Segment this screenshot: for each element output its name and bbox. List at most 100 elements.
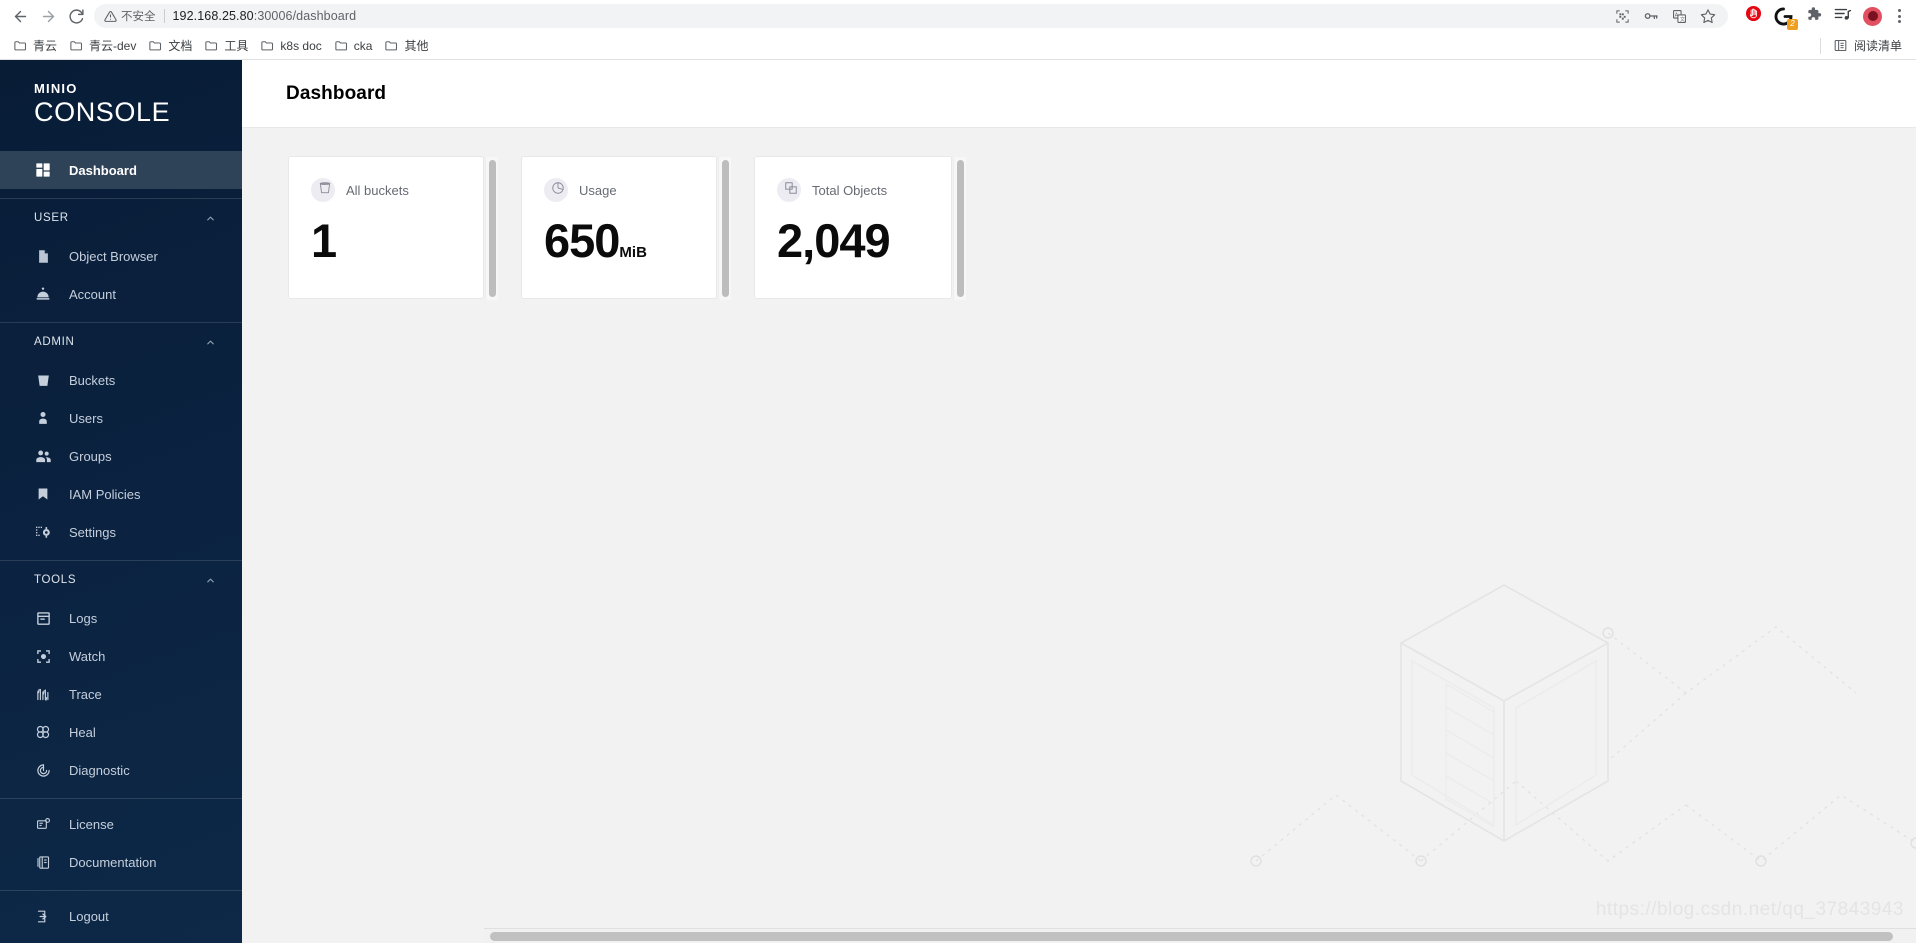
sidebar-section-label: TOOLS	[34, 574, 77, 586]
sidebar-item-diagnostic[interactable]: Diagnostic	[0, 751, 242, 789]
sidebar-item-label: License	[69, 816, 114, 832]
card-unit: MiB	[619, 244, 647, 261]
settings-gear-icon	[34, 523, 52, 541]
logo-console-text: CONSOLE	[34, 97, 171, 127]
objects-stack-icon	[777, 178, 801, 202]
background-illustration: https://blog.csdn.net/qq_37843943	[1216, 543, 1916, 943]
sidebar-item-license[interactable]: License	[0, 805, 242, 843]
sidebar-item-groups[interactable]: Groups	[0, 437, 242, 475]
sidebar-item-label: IAM Policies	[69, 486, 141, 502]
card-value: 2,049	[777, 214, 891, 267]
service-bell-icon	[34, 285, 52, 303]
bookmark-item[interactable]: 青云-dev	[64, 34, 143, 57]
puzzle-extensions-icon[interactable]	[1804, 5, 1822, 28]
sidebar-item-logs[interactable]: Logs	[0, 599, 242, 637]
bookmark-label: 工具	[224, 39, 249, 53]
bookmark-item[interactable]: 青云	[8, 34, 64, 57]
watermark-url: https://blog.csdn.net/qq_37843943	[1595, 899, 1904, 920]
sidebar-item-iam-policies[interactable]: IAM Policies	[0, 475, 242, 513]
documentation-book-icon	[34, 853, 52, 871]
sidebar-section-label: ADMIN	[34, 336, 75, 348]
sidebar-item-settings[interactable]: Settings	[0, 513, 242, 551]
minio-console-app: MINIO CONSOLE Dashboard USER Object Brow…	[0, 60, 1916, 943]
card-scrollbar[interactable]	[953, 157, 966, 300]
back-button[interactable]	[6, 2, 34, 30]
bookmark-item[interactable]: 工具	[199, 34, 255, 57]
sidebar-item-heal[interactable]: Heal	[0, 713, 242, 751]
key-icon[interactable]	[1643, 8, 1659, 24]
card-label: Usage	[579, 182, 617, 198]
page-title: Dashboard	[286, 82, 387, 104]
main-content: Dashboard All buckets 1 Usage 650 MiB To…	[242, 60, 1916, 943]
dashboard-card-row: All buckets 1 Usage 650 MiB Total Object…	[288, 156, 1916, 300]
translate-icon[interactable]: A文	[1672, 9, 1687, 24]
sidebar-item-object-browser[interactable]: Object Browser	[0, 237, 242, 275]
sidebar-item-label: Logout	[69, 908, 109, 924]
logout-arrow-icon	[34, 907, 52, 925]
trace-waves-icon	[34, 685, 52, 703]
sidebar-item-buckets[interactable]: Buckets	[0, 361, 242, 399]
sidebar-item-account[interactable]: Account	[0, 275, 242, 313]
chrome-menu-icon[interactable]	[1893, 9, 1906, 23]
chevron-up-icon	[205, 575, 216, 586]
profile-avatar[interactable]	[1863, 6, 1882, 26]
address-bar[interactable]: 不安全 192.168.25.80:30006/dashboard A文	[94, 4, 1728, 28]
reload-button[interactable]	[62, 2, 90, 30]
dashboard-content: All buckets 1 Usage 650 MiB Total Object…	[242, 128, 1916, 943]
card-value-group: 1	[311, 215, 483, 267]
browser-chrome: 不安全 192.168.25.80:30006/dashboard A文 2 青…	[0, 0, 1916, 60]
sidebar-section-tools[interactable]: TOOLS	[0, 561, 242, 599]
sidebar-item-label: Trace	[69, 686, 102, 702]
card-label: Total Objects	[812, 182, 888, 198]
bookmark-label: 青云-dev	[89, 39, 137, 53]
sidebar-item-logout[interactable]: Logout	[0, 897, 242, 935]
reading-list-icon[interactable]	[1833, 38, 1848, 53]
svg-text:文: 文	[1680, 16, 1685, 23]
sidebar-item-trace[interactable]: Trace	[0, 675, 242, 713]
sidebar-item-label: Account	[69, 286, 116, 302]
card-scrollbar[interactable]	[718, 157, 731, 300]
folder-icon	[384, 38, 399, 53]
card-label: All buckets	[346, 182, 409, 198]
forward-button[interactable]	[34, 2, 62, 30]
dashboard-card-total-objects[interactable]: Total Objects 2,049	[754, 156, 966, 300]
chevron-up-icon	[205, 213, 216, 224]
qr-code-icon[interactable]	[1615, 9, 1630, 24]
sidebar-item-users[interactable]: Users	[0, 399, 242, 437]
dashboard-card-all-buckets[interactable]: All buckets 1	[288, 156, 498, 300]
sidebar-item-label: Dashboard	[69, 162, 137, 178]
security-warning[interactable]: 不安全	[104, 8, 156, 24]
bookmarks-divider	[1819, 37, 1821, 54]
folder-icon	[148, 38, 163, 53]
card-value: 650	[544, 214, 620, 267]
reading-list-label[interactable]: 阅读清单	[1854, 37, 1902, 54]
bookmark-item[interactable]: cka	[329, 35, 380, 56]
dashboard-grid-icon	[34, 161, 52, 179]
bookmark-item[interactable]: k8s doc	[255, 35, 328, 56]
sidebar-item-watch[interactable]: Watch	[0, 637, 242, 675]
adblock-icon[interactable]	[1744, 4, 1763, 28]
bookmark-item[interactable]: 文档	[143, 34, 199, 57]
bookmark-label: 其他	[404, 39, 429, 53]
folder-icon	[13, 38, 28, 53]
playlist-icon[interactable]	[1833, 4, 1852, 28]
pie-chart-icon	[544, 178, 568, 202]
sidebar-item-documentation[interactable]: Documentation	[0, 843, 242, 881]
dashboard-card-usage[interactable]: Usage 650 MiB	[521, 156, 731, 300]
bookmark-item[interactable]: 其他	[379, 34, 435, 57]
sidebar-section-user[interactable]: USER	[0, 199, 242, 237]
card-scrollbar[interactable]	[485, 157, 498, 300]
scrollbar-thumb[interactable]	[490, 931, 1894, 941]
sidebar: MINIO CONSOLE Dashboard USER Object Brow…	[0, 60, 242, 943]
logo-minio-text: MINIO	[34, 81, 78, 96]
logs-window-icon	[34, 609, 52, 627]
grammarly-icon[interactable]: 2	[1774, 7, 1798, 30]
diagnostic-pulse-icon	[34, 761, 52, 779]
sidebar-item-label: Logs	[69, 610, 98, 626]
sidebar-item-dashboard[interactable]: Dashboard	[0, 151, 242, 189]
chevron-up-icon	[205, 337, 216, 348]
star-icon[interactable]	[1700, 8, 1716, 24]
sidebar-section-admin[interactable]: ADMIN	[0, 323, 242, 361]
horizontal-scrollbar[interactable]	[484, 928, 1916, 943]
